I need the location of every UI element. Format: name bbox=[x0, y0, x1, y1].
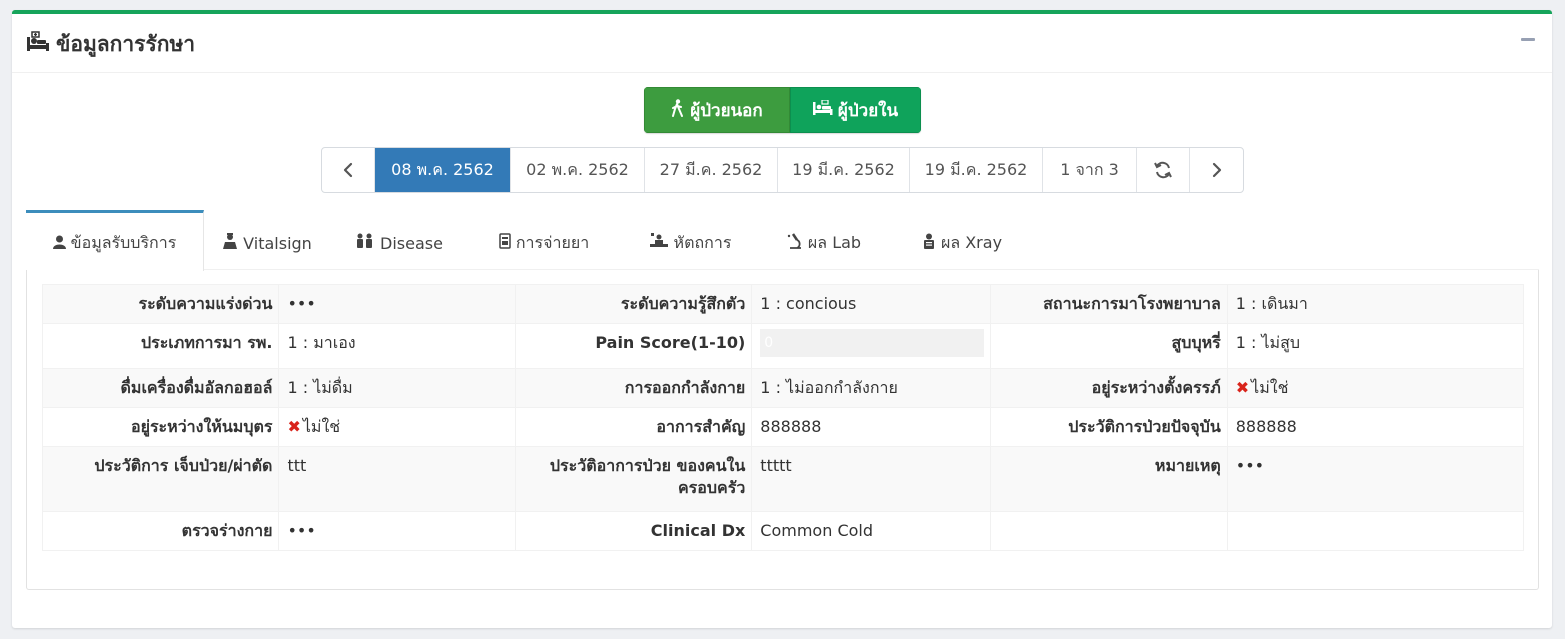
field-label: หมายเหตุ bbox=[990, 446, 1228, 512]
tab-label: ข้อมูลรับบริการ bbox=[70, 233, 177, 252]
x-mark-icon: ✖ bbox=[1235, 378, 1250, 397]
field-value: ttttt bbox=[751, 446, 992, 512]
prescription-icon bbox=[499, 233, 511, 253]
tab-lab-result[interactable]: ผล Lab bbox=[760, 210, 888, 270]
field-label: ประวัติการ เจ็บป่วย/ผ่าตัด bbox=[41, 446, 280, 512]
table-row: ตรวจร่างกาย ••• Clinical Dx Common Cold bbox=[41, 511, 1525, 551]
field-label: ประวัติการป่วยปัจจุบัน bbox=[990, 407, 1228, 447]
tab-vitalsign[interactable]: Vitalsign bbox=[204, 210, 330, 270]
box-header: ข้อมูลการรักษา bbox=[12, 14, 1552, 73]
user-icon bbox=[52, 234, 66, 253]
treatment-info-box: ข้อมูลการรักษา ผู้ป่วยนอก ผู้ป่วยใน 08 พ… bbox=[12, 10, 1552, 628]
inpatient-button[interactable]: ผู้ป่วยใน bbox=[790, 87, 921, 133]
visit-date-pager: 08 พ.ค. 2562 02 พ.ค. 2562 27 มี.ค. 2562 … bbox=[321, 147, 1244, 193]
field-value: 1 : ไม่สูบ bbox=[1226, 323, 1525, 369]
table-row: ระดับความแร่งด่วน ••• ระดับความรู้สึกตัว… bbox=[41, 284, 1525, 324]
pager-date-item[interactable]: 27 มี.ค. 2562 bbox=[645, 148, 778, 192]
field-value: ••• bbox=[1226, 446, 1525, 512]
tab-label: ผล Lab bbox=[807, 232, 862, 252]
field-value: 1 : ไม่ดื่ม bbox=[278, 368, 516, 408]
bed-patient-icon bbox=[26, 31, 50, 58]
refresh-icon bbox=[1153, 161, 1173, 179]
walking-icon bbox=[671, 98, 685, 122]
field-label: ประวัติอาการป่วย ของคนในครอบครัว bbox=[514, 446, 753, 512]
field-value: ✖ ไม่ใช่ bbox=[1226, 368, 1525, 408]
field-label: การออกกำลังกาย bbox=[514, 368, 753, 408]
field-value: ✖ ไม่ใช่ bbox=[278, 407, 516, 447]
info-tabs: ข้อมูลรับบริการ Vitalsign Disease การจ่า… bbox=[26, 210, 1539, 271]
table-row: อยู่ระหว่างให้นมบุตร ✖ ไม่ใช่ อาการสำคัญ … bbox=[41, 407, 1525, 447]
pager-next-button[interactable] bbox=[1190, 148, 1243, 192]
field-label: สถานะการมาโรงพยาบาล bbox=[990, 284, 1228, 324]
field-value-text: ไม่ใช่ bbox=[302, 417, 341, 436]
field-label: ดื่มเครื่องดื่มอัลกอฮอล์ bbox=[41, 368, 280, 408]
field-value: 888888 bbox=[1226, 407, 1525, 447]
pager-date-item[interactable]: 19 มี.ค. 2562 bbox=[910, 148, 1043, 192]
x-mark-icon: ✖ bbox=[287, 417, 301, 436]
field-value: Common Cold bbox=[751, 511, 992, 551]
tab-service-info[interactable]: ข้อมูลรับบริการ bbox=[26, 210, 204, 271]
field-label: ประเภทการมา รพ. bbox=[41, 323, 280, 369]
field-label bbox=[990, 511, 1228, 551]
field-value-text: ไม่ใช่ bbox=[1251, 378, 1289, 397]
pager-date-item[interactable]: 02 พ.ค. 2562 bbox=[511, 148, 645, 192]
field-value: 1 : ไม่ออกกำลังกาย bbox=[751, 368, 992, 408]
tab-disease[interactable]: Disease bbox=[330, 210, 468, 270]
users-icon bbox=[355, 233, 375, 253]
tab-label: Vitalsign bbox=[243, 233, 312, 253]
chevron-left-icon bbox=[342, 162, 354, 178]
box-title: ข้อมูลการรักษา bbox=[26, 28, 195, 61]
service-info-panel: ระดับความแร่งด่วน ••• ระดับความรู้สึกตัว… bbox=[26, 270, 1539, 590]
tab-procedure[interactable]: หัตถการ bbox=[620, 210, 760, 270]
inpatient-label: ผู้ป่วยใน bbox=[837, 100, 899, 121]
pager-date-item[interactable]: 19 มี.ค. 2562 bbox=[778, 148, 910, 192]
field-value: ••• bbox=[278, 284, 516, 324]
procedure-icon bbox=[649, 233, 669, 253]
pager-prev-button[interactable] bbox=[322, 148, 375, 192]
tab-label: ผล Xray bbox=[940, 232, 1003, 252]
minus-icon[interactable] bbox=[1518, 28, 1538, 48]
outpatient-button[interactable]: ผู้ป่วยนอก bbox=[644, 87, 790, 133]
pager-page-info: 1 จาก 3 bbox=[1043, 148, 1137, 192]
field-value: ttt bbox=[278, 446, 516, 512]
field-value: 0 bbox=[751, 323, 992, 369]
field-value: 1 : เดินมา bbox=[1226, 284, 1525, 324]
table-row: ประเภทการมา รพ. 1 : มาเอง Pain Score(1-1… bbox=[41, 323, 1525, 369]
chevron-right-icon bbox=[1211, 162, 1223, 178]
field-label: ระดับความแร่งด่วน bbox=[41, 284, 280, 324]
pain-score-field: 0 bbox=[760, 329, 985, 357]
field-label: สูบบุหรี่ bbox=[990, 323, 1228, 369]
table-row: ประวัติการ เจ็บป่วย/ผ่าตัด ttt ประวัติอา… bbox=[41, 446, 1525, 512]
field-label: Pain Score(1-10) bbox=[514, 323, 753, 369]
field-value bbox=[1226, 511, 1525, 551]
field-value: 888888 bbox=[751, 407, 992, 447]
box-title-text: ข้อมูลการรักษา bbox=[56, 32, 196, 56]
bed-icon bbox=[812, 98, 833, 121]
xray-icon bbox=[922, 233, 936, 253]
tab-dispensing[interactable]: การจ่ายยา bbox=[468, 210, 620, 270]
microscope-icon bbox=[787, 233, 803, 253]
doctor-icon bbox=[222, 233, 238, 253]
field-label: อยู่ระหว่างตั้งครรภ์ bbox=[990, 368, 1228, 408]
tab-label: การจ่ายยา bbox=[515, 232, 590, 252]
field-value: 1 : concious bbox=[751, 284, 992, 324]
field-label: อยู่ระหว่างให้นมบุตร bbox=[41, 407, 280, 447]
pager-date-item[interactable]: 08 พ.ค. 2562 bbox=[375, 148, 511, 192]
outpatient-label: ผู้ป่วยนอก bbox=[690, 100, 763, 121]
field-value: 1 : มาเอง bbox=[278, 323, 516, 369]
patient-type-toggle: ผู้ป่วยนอก ผู้ป่วยใน bbox=[644, 87, 921, 133]
field-label: ระดับความรู้สึกตัว bbox=[514, 284, 753, 324]
field-label: Clinical Dx bbox=[514, 511, 753, 551]
table-row: ดื่มเครื่องดื่มอัลกอฮอล์ 1 : ไม่ดื่ม การ… bbox=[41, 368, 1525, 408]
tab-xray-result[interactable]: ผล Xray bbox=[888, 210, 1036, 270]
tab-label: หัตถการ bbox=[673, 232, 732, 252]
tab-label: Disease bbox=[380, 233, 443, 253]
service-info-table: ระดับความแร่งด่วน ••• ระดับความรู้สึกตัว… bbox=[41, 284, 1525, 551]
pager-refresh-button[interactable] bbox=[1137, 148, 1190, 192]
field-label: อาการสำคัญ bbox=[514, 407, 753, 447]
field-value: ••• bbox=[278, 511, 516, 551]
field-label: ตรวจร่างกาย bbox=[41, 511, 280, 551]
